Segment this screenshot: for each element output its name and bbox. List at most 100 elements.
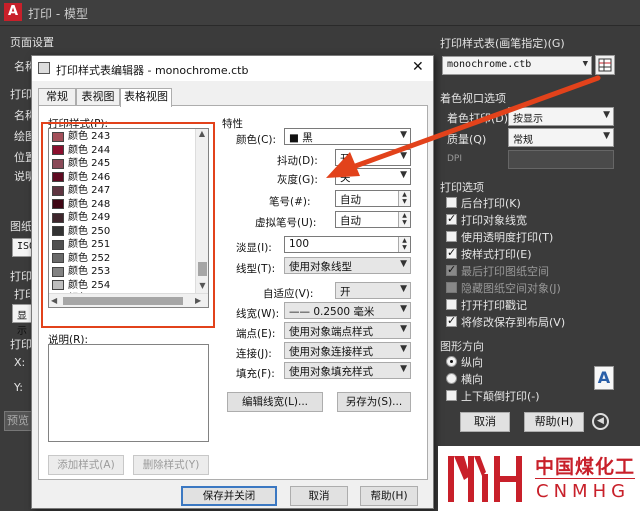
orientation-portrait[interactable]: 纵向 xyxy=(446,354,483,371)
edit-lineweights-button[interactable]: 编辑线宽(L)... xyxy=(227,392,323,412)
radio[interactable] xyxy=(446,356,457,367)
plot-option-transparency[interactable]: 使用透明度打印(T) xyxy=(446,229,565,246)
join-style-combo[interactable]: 使用对象连接样式 ▼ xyxy=(284,342,411,359)
chevron-down-icon: ▼ xyxy=(400,304,407,314)
offset-x-label: X: xyxy=(14,356,26,369)
plot-style-table-value: monochrome.ctb xyxy=(447,59,532,70)
preview-button[interactable]: 预览 xyxy=(4,411,32,431)
plot-option-paperspace-last: 最后打印图纸空间 xyxy=(446,263,565,280)
linetype-value: 使用对象线型 xyxy=(289,261,352,273)
dialog-title: 打印样式表编辑器 - monochrome.ctb xyxy=(56,64,249,77)
chevron-down-icon: ▼ xyxy=(400,344,407,354)
grayscale-label: 灰度(G): xyxy=(277,174,318,186)
editor-help-button[interactable]: 帮助(H) xyxy=(360,486,418,506)
editor-cancel-button[interactable]: 取消 xyxy=(290,486,348,506)
watermark-logo-mark-icon xyxy=(448,456,522,502)
watermark-name-en: CNMHG xyxy=(536,481,631,502)
watermark-divider xyxy=(535,478,635,479)
chevron-down-icon: ▼ xyxy=(400,259,407,269)
checkbox[interactable] xyxy=(446,314,457,327)
landscape-preview-icon: A xyxy=(594,366,614,390)
plot-option-stamp[interactable]: 打开打印戳记 xyxy=(446,297,565,314)
orientation-landscape[interactable]: 横向 xyxy=(446,371,483,388)
checkbox[interactable] xyxy=(446,299,457,310)
window-title: 打印 - 模型 xyxy=(28,7,88,21)
plot-option-plot-styles[interactable]: 按样式打印(E) xyxy=(446,246,565,263)
dialog-app-icon xyxy=(38,62,50,74)
end-style-combo[interactable]: 使用对象端点样式 ▼ xyxy=(284,322,411,339)
adaptive-label: 自适应(V): xyxy=(263,288,314,300)
app-logo-icon: A xyxy=(4,3,22,21)
color-label: 颜色(C): xyxy=(236,134,277,146)
checkbox[interactable] xyxy=(446,390,457,401)
chevron-down-icon: ▼ xyxy=(400,364,407,374)
fill-style-value: 使用对象填充样式 xyxy=(289,366,373,378)
page-setup-label: 页面设置 xyxy=(10,36,54,49)
screening-spinner[interactable]: 100 ▲ ▼ xyxy=(284,236,411,253)
spin-arrows-icon[interactable]: ▲ ▼ xyxy=(398,212,410,227)
description-textarea[interactable] xyxy=(48,344,209,442)
watermark-name-cn: 中国煤化工 xyxy=(535,456,636,478)
radio[interactable] xyxy=(446,373,457,384)
plot-option-hide-paperspace: 隐藏图纸空间对象(J) xyxy=(446,280,565,297)
join-style-value: 使用对象连接样式 xyxy=(289,346,373,358)
plot-offset-label: 打印 xyxy=(10,338,32,351)
plot-option-lineweights[interactable]: 打印对象线宽 xyxy=(446,212,565,229)
spin-arrows-icon[interactable]: ▲ ▼ xyxy=(398,191,410,206)
pen-number-label: 笔号(#): xyxy=(269,196,311,208)
checkbox[interactable] xyxy=(446,231,457,242)
upside-down-option[interactable]: 上下颠倒打印(-) xyxy=(446,388,540,405)
lineweight-combo[interactable]: —— 0.2500 毫米 ▼ xyxy=(284,302,411,319)
paper-size-combo[interactable]: ISO xyxy=(12,238,35,257)
checkbox xyxy=(446,282,457,293)
pen-number-value: 自动 xyxy=(340,194,361,206)
plot-area-combo[interactable]: 显示 xyxy=(12,304,32,337)
save-and-close-button[interactable]: 保存并关闭 xyxy=(181,486,277,506)
main-cancel-button[interactable]: 取消 xyxy=(460,412,510,432)
virtual-pen-spinner[interactable]: 自动 ▲ ▼ xyxy=(335,211,411,228)
checkbox xyxy=(446,263,457,276)
save-as-button[interactable]: 另存为(S)... xyxy=(337,392,411,412)
fill-style-label: 填充(F): xyxy=(236,368,275,380)
plot-options-list: 后台打印(K) 打印对象线宽 使用透明度打印(T) 按样式打印(E) 最后打印图… xyxy=(446,195,565,331)
plot-area-label: 打印 xyxy=(10,270,32,283)
highlight-frame xyxy=(41,122,215,328)
add-style-button[interactable]: 添加样式(A) xyxy=(48,455,124,475)
orientation-label: 图形方向 xyxy=(440,340,484,353)
chevron-down-icon: ▼ xyxy=(582,59,588,69)
tab-form-view[interactable]: 表格视图 xyxy=(120,88,172,107)
checkbox[interactable] xyxy=(446,197,457,208)
virtual-pen-value: 自动 xyxy=(340,215,361,227)
offset-y-label: Y: xyxy=(14,381,23,394)
adaptive-value: 开 xyxy=(340,286,351,298)
annotation-arrow-icon xyxy=(326,75,601,178)
chevron-down-icon: ▼ xyxy=(400,284,407,294)
color-value: ■ 黑 xyxy=(289,132,313,144)
screening-label: 淡显(I): xyxy=(236,242,272,254)
lineweight-label: 线宽(W): xyxy=(236,308,280,320)
properties-label: 特性 xyxy=(222,118,243,130)
virtual-pen-label: 虚拟笔号(U): xyxy=(255,217,317,229)
tab-table-view[interactable]: 表视图 xyxy=(76,88,120,106)
title-bar xyxy=(0,0,640,26)
chevron-down-icon: ▼ xyxy=(400,324,407,334)
checkbox[interactable] xyxy=(446,246,457,259)
plot-style-table-label: 打印样式表(画笔指定)(G) xyxy=(440,37,565,50)
linetype-label: 线型(T): xyxy=(236,263,276,275)
screening-value: 100 xyxy=(289,238,310,250)
join-style-label: 连接(J): xyxy=(236,348,272,360)
linetype-combo[interactable]: 使用对象线型 ▼ xyxy=(284,257,411,274)
pen-number-spinner[interactable]: 自动 ▲ ▼ xyxy=(335,190,411,207)
dither-label: 抖动(D): xyxy=(277,155,318,167)
main-help-button[interactable]: 帮助(H) xyxy=(524,412,584,432)
delete-style-button[interactable]: 删除样式(Y) xyxy=(133,455,209,475)
plot-option-background[interactable]: 后台打印(K) xyxy=(446,195,565,212)
adaptive-combo[interactable]: 开 ▼ xyxy=(335,282,411,299)
tab-general[interactable]: 常规 xyxy=(38,88,76,106)
chevron-left-icon[interactable]: ◀ xyxy=(592,413,609,430)
paper-size-label: 图纸 xyxy=(10,220,32,233)
checkbox[interactable] xyxy=(446,212,457,225)
fill-style-combo[interactable]: 使用对象填充样式 ▼ xyxy=(284,362,411,379)
spin-arrows-icon[interactable]: ▲ ▼ xyxy=(398,237,410,252)
plot-option-save-layout[interactable]: 将修改保存到布局(V) xyxy=(446,314,565,331)
